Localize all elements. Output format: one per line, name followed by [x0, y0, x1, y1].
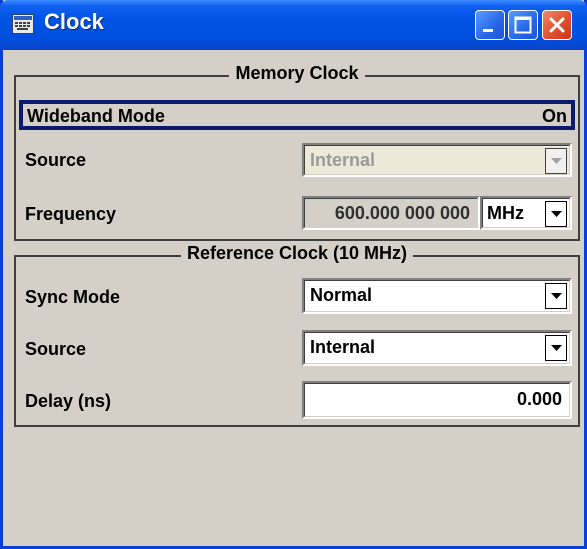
reference-clock-title: Reference Clock (10 MHz) — [180, 243, 414, 263]
delay-input[interactable]: 0.000 — [302, 381, 572, 419]
delay-value: 0.000 — [516, 389, 562, 409]
sync-mode-value: Normal — [310, 285, 373, 305]
reference-source-select[interactable]: Internal — [302, 330, 572, 366]
maximize-button[interactable] — [508, 10, 538, 40]
reference-clock-group: Reference Clock (10 MHz) Sync Mode Norma… — [14, 243, 580, 427]
wideband-mode-label: Wideband Mode — [27, 106, 165, 126]
maximize-icon — [514, 16, 532, 34]
frequency-unit-select[interactable]: MHz — [480, 196, 572, 230]
frequency-label: Frequency — [25, 204, 117, 224]
sync-mode-dropdown-button[interactable] — [545, 283, 567, 309]
title-bar[interactable]: Clock — [0, 0, 587, 50]
memory-source-select[interactable]: Internal — [302, 143, 572, 177]
reference-source-value: Internal — [310, 337, 376, 357]
sync-mode-label: Sync Mode — [25, 287, 121, 307]
reference-source-label: Source — [25, 339, 87, 359]
memory-source-dropdown-button[interactable] — [545, 148, 567, 174]
frequency-value: 600.000 000 000 — [334, 203, 470, 223]
frequency-unit-value: MHz — [487, 203, 524, 223]
wideband-mode-value: On — [542, 106, 567, 126]
keyboard-icon — [12, 14, 34, 34]
close-icon — [549, 17, 565, 33]
minimize-button[interactable] — [475, 10, 505, 40]
chevron-down-icon — [551, 158, 562, 164]
memory-clock-title: Memory Clock — [229, 63, 365, 83]
close-button[interactable] — [542, 10, 572, 40]
chevron-down-icon — [551, 293, 562, 299]
chevron-down-icon — [551, 345, 562, 351]
frequency-unit-dropdown-button[interactable] — [545, 201, 567, 227]
memory-source-value: Internal — [310, 150, 376, 170]
dialog-content: Memory Clock Wideband Mode On Source Int… — [10, 63, 580, 541]
delay-label: Delay (ns) — [25, 391, 112, 411]
window-title: Clock — [44, 9, 104, 34]
frequency-input[interactable]: 600.000 000 000 — [302, 196, 480, 230]
wideband-mode-row[interactable]: Wideband Mode On — [19, 100, 575, 130]
memory-clock-group: Memory Clock Wideband Mode On Source Int… — [14, 63, 580, 241]
chevron-down-icon — [551, 211, 562, 217]
reference-source-dropdown-button[interactable] — [545, 335, 567, 361]
sync-mode-select[interactable]: Normal — [302, 278, 572, 314]
minimize-icon — [483, 29, 493, 32]
memory-source-label: Source — [25, 150, 87, 170]
clock-window: Clock Memory Clock Wideband Mode On Sour… — [0, 0, 587, 549]
